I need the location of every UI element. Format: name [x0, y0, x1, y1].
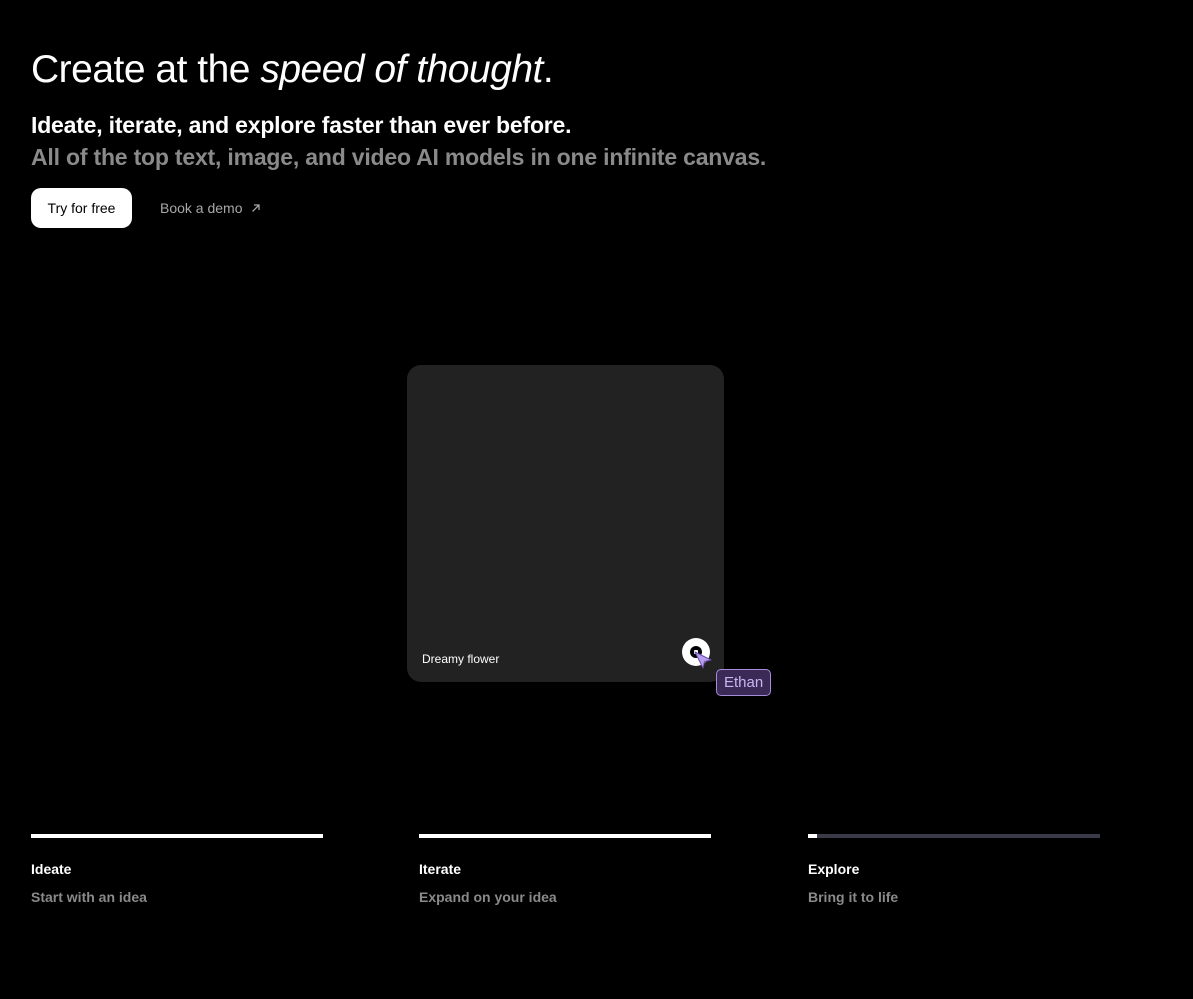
progress-bar: [419, 834, 711, 838]
feature-iterate[interactable]: Iterate Expand on your idea: [419, 834, 711, 905]
landing-page: Create at the speed of thought. Ideate, …: [0, 0, 1193, 999]
hero-tagline: All of the top text, image, and video AI…: [31, 144, 767, 170]
hero-subtitle: Ideate, iterate, and explore faster than…: [31, 112, 572, 138]
hero-headline: Create at the speed of thought.: [31, 46, 554, 94]
feature-explore[interactable]: Explore Bring it to life: [808, 834, 1100, 905]
progress-fill: [31, 834, 323, 838]
feature-title: Iterate: [419, 861, 462, 877]
cursor-icon: [692, 649, 714, 676]
feature-description: Bring it to life: [808, 889, 899, 905]
feature-title: Explore: [808, 861, 860, 877]
collaborator-tag: Ethan: [716, 669, 772, 696]
feature-ideate[interactable]: Ideate Start with an idea: [31, 834, 323, 905]
progress-bar: [808, 834, 1100, 838]
book-demo-link[interactable]: Book a demo: [160, 188, 261, 228]
try-for-free-button[interactable]: Try for free: [31, 188, 132, 228]
book-demo-label: Book a demo: [160, 200, 243, 216]
feature-title: Ideate: [31, 861, 72, 877]
card-label: Dreamy flower: [422, 652, 500, 666]
canvas-card[interactable]: Dreamy flower: [407, 365, 724, 682]
progress-bar: [31, 834, 323, 838]
progress-fill: [419, 834, 711, 838]
headline-plain: Create at the: [31, 48, 261, 91]
feature-description: Expand on your idea: [419, 889, 557, 905]
feature-description: Start with an idea: [31, 889, 147, 905]
progress-fill: [808, 834, 817, 838]
headline-end: .: [542, 48, 554, 91]
headline-italic: speed of thought: [260, 48, 543, 91]
arrow-up-right-icon: [251, 203, 261, 213]
